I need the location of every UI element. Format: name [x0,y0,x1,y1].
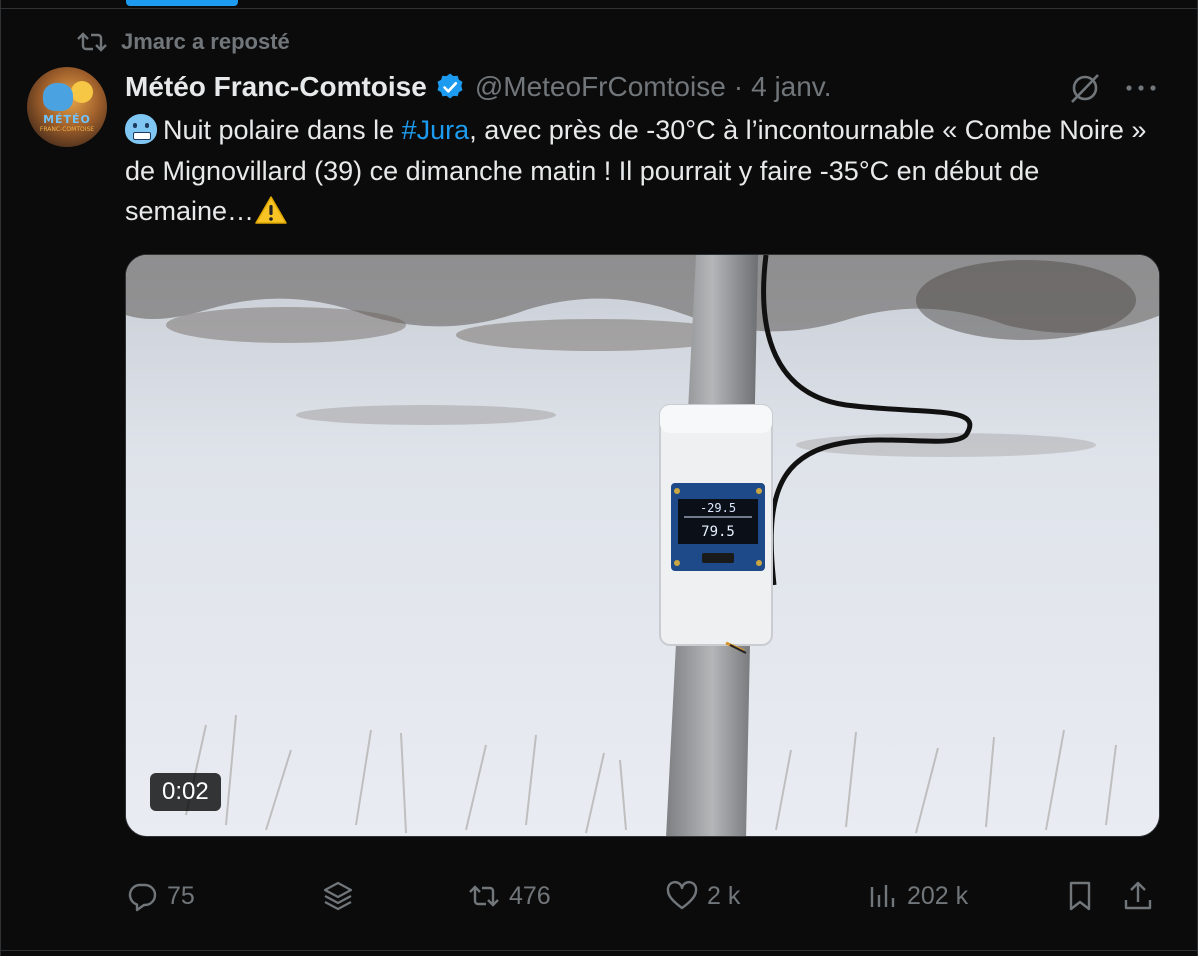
view-count: 202 k [907,881,969,910]
sensor-display-top: -29.5 [700,501,736,515]
cold-face-emoji [125,114,157,144]
repost-label: Jmarc a reposté [121,29,290,54]
video-duration-badge: 0:02 [150,773,221,811]
sensor-display-value: 79.5 [701,524,735,540]
avatar[interactable]: MÉTÉO FRANC-COMTOISE [27,67,107,147]
video-thumbnail: -29.5 79.5 [126,255,1159,836]
top-divider [1,8,1198,9]
repost-action-icon [469,885,499,907]
grok-icon[interactable] [1067,70,1103,106]
avatar-logo-text: MÉTÉO [43,113,91,126]
tweet-frame: Jmarc a reposté MÉTÉO FRANC-COMTOISE Mét… [0,0,1198,956]
views-chart-icon [870,885,895,907]
repost-icon [77,32,107,52]
tweet-text-intro: Nuit polaire dans le [163,115,402,145]
stack-icon [323,881,353,911]
video-player[interactable]: -29.5 79.5 [125,254,1160,837]
reply-count: 75 [167,881,195,910]
share-button[interactable] [1121,872,1163,920]
active-tab-indicator [126,0,238,6]
author-handle[interactable]: @MeteoFrComtoise [475,71,726,103]
avatar-lion [43,83,73,111]
views-button[interactable]: 202 k [865,872,968,920]
tweet-actions: 75 476 2 k 202 k [125,872,1165,920]
bottom-divider [1,950,1198,951]
bookmark-button[interactable] [1063,872,1105,920]
reply-icon [128,883,157,912]
share-icon [1124,881,1152,910]
more-options-icon[interactable] [1121,74,1161,102]
like-button[interactable]: 2 k [665,872,740,920]
display-name[interactable]: Météo Franc-Comtoise [125,71,427,103]
avatar-logo-subtext: FRANC-COMTOISE [39,126,95,133]
tweet-text: Nuit polaire dans le #Jura, avec près de… [125,110,1165,232]
like-count: 2 k [707,881,741,910]
verified-badge-icon[interactable] [435,72,465,102]
warning-emoji [255,196,287,224]
tweet-date[interactable]: 4 janv. [751,71,831,103]
repost-count: 476 [509,881,551,910]
grok-analyze-button[interactable] [321,872,363,920]
reply-button[interactable]: 75 [125,872,195,920]
header-separator: · [733,71,744,102]
repost-context[interactable]: Jmarc a reposté [77,28,290,56]
avatar-sun [71,81,93,103]
tweet-header: Météo Franc-Comtoise @MeteoFrComtoise · … [125,68,832,106]
repost-button[interactable]: 476 [467,872,551,920]
bookmark-icon [1069,881,1091,911]
hashtag-link[interactable]: #Jura [402,115,470,145]
heart-icon [666,880,698,910]
